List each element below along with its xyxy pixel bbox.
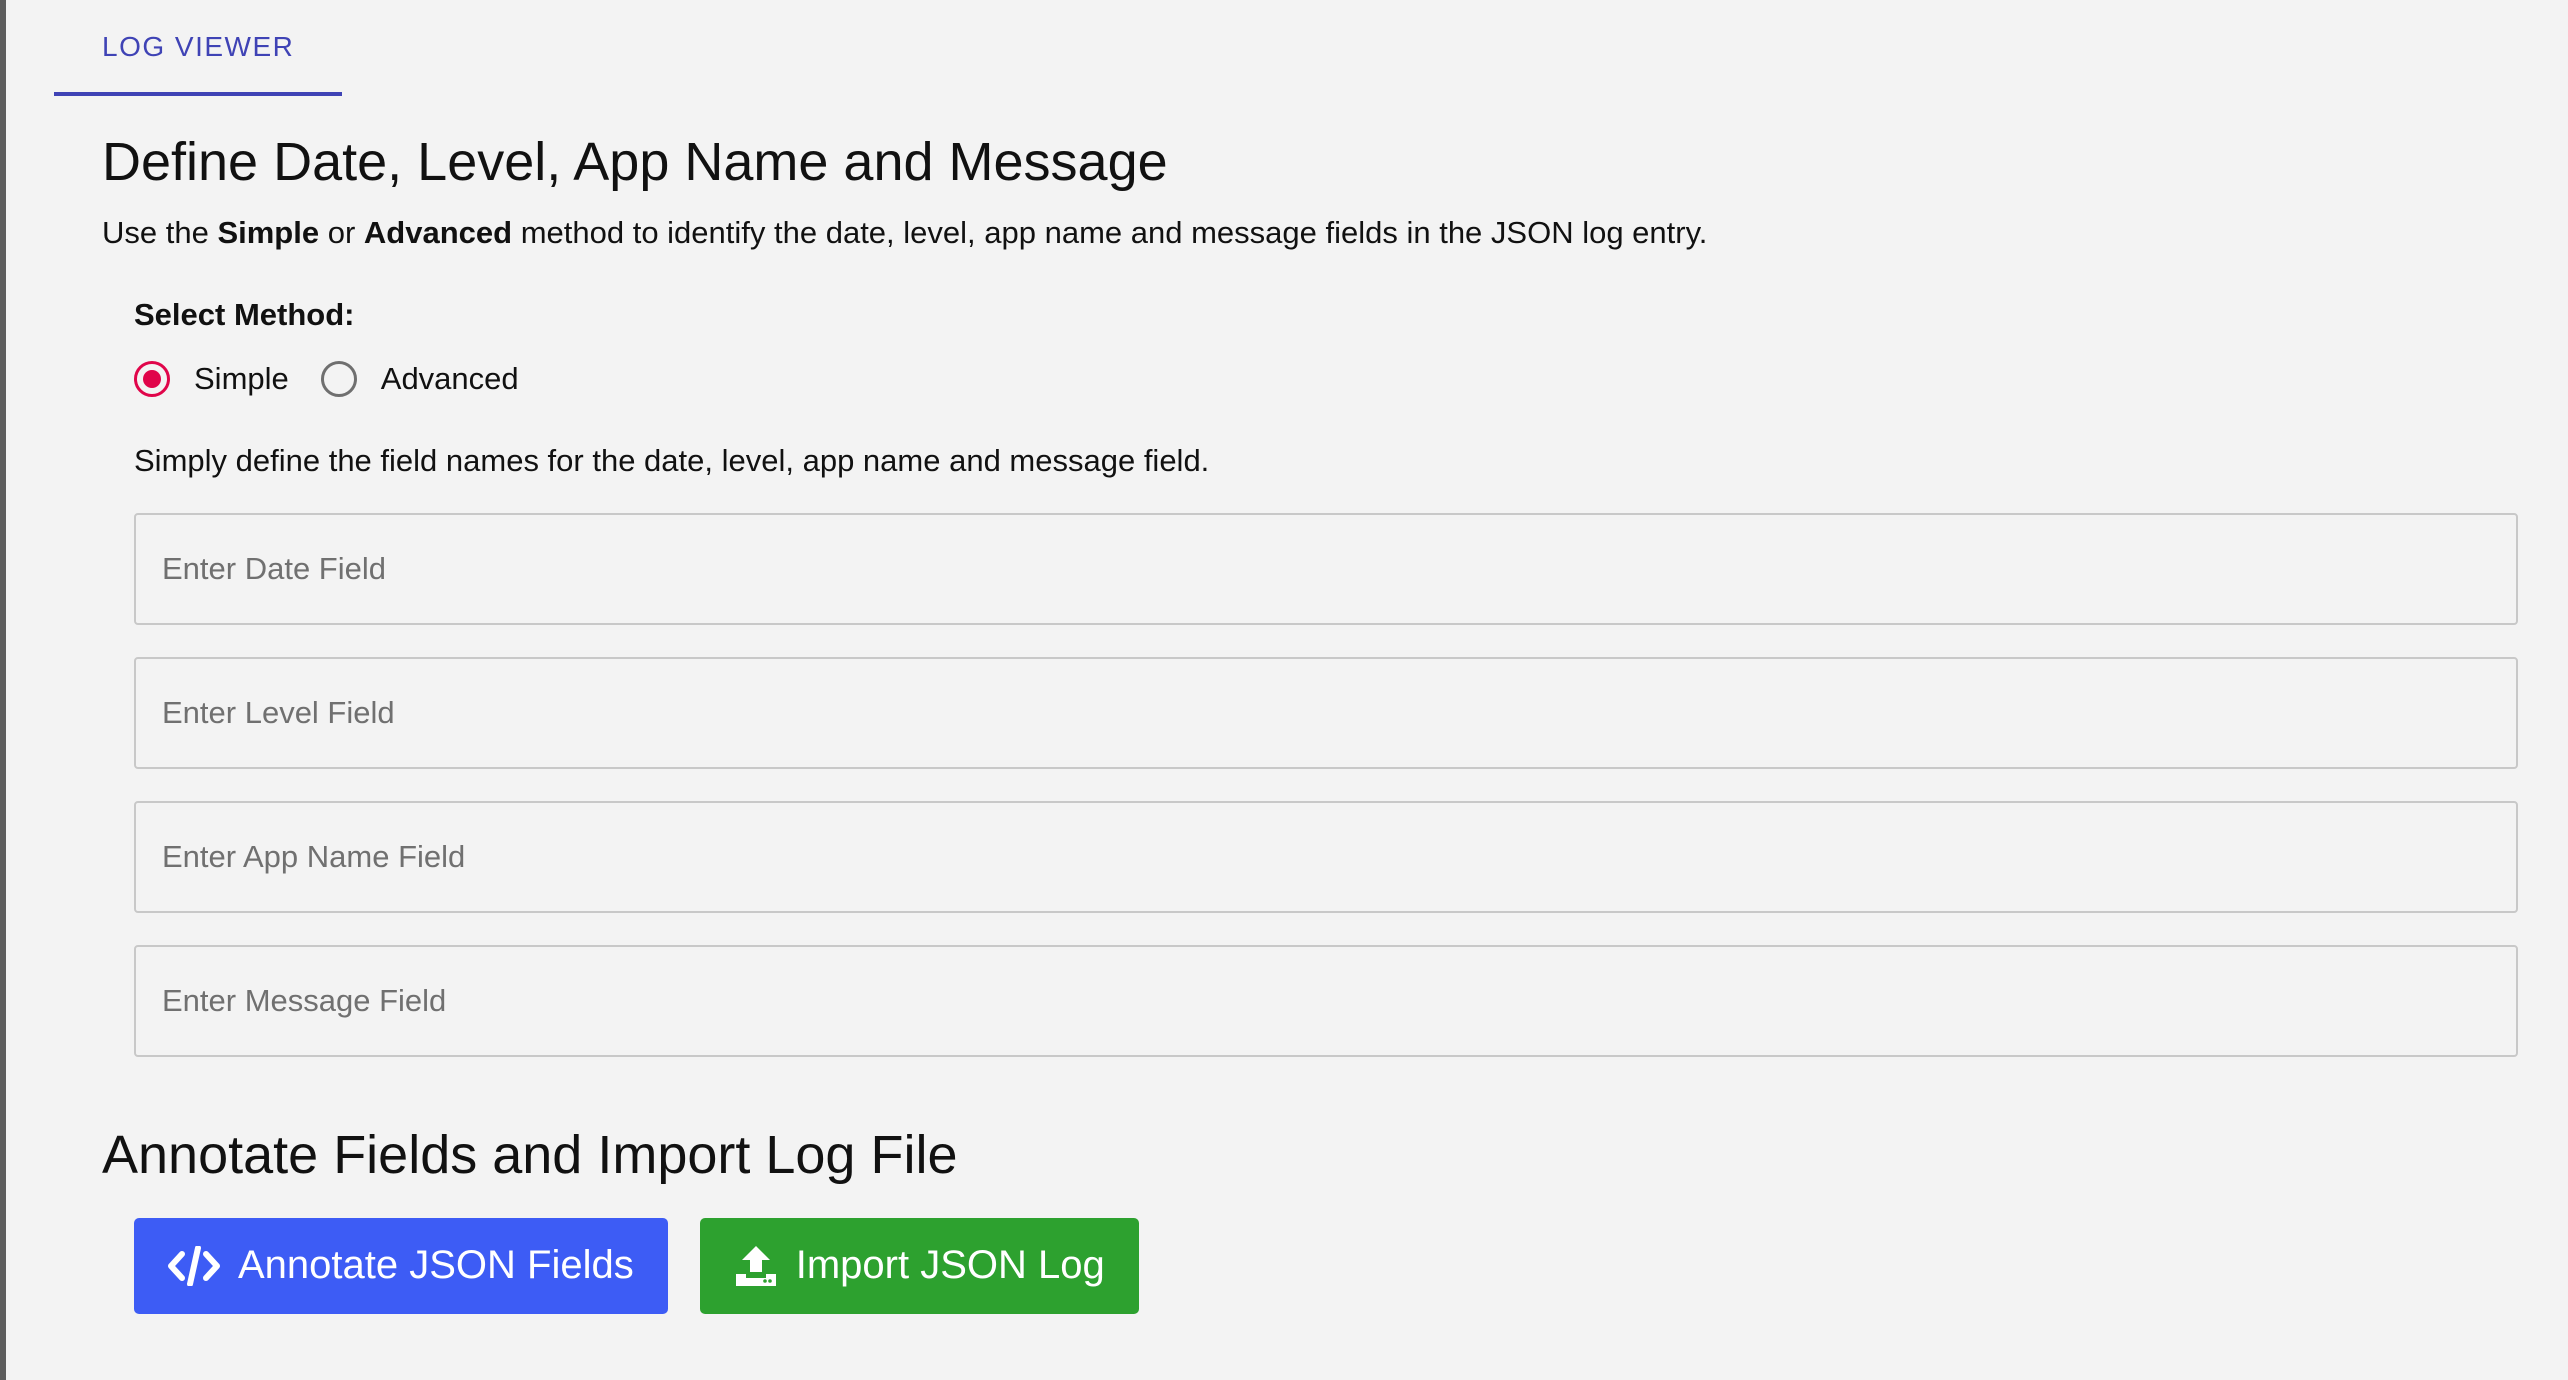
radio-simple[interactable] (134, 360, 170, 397)
annotate-json-fields-label: Annotate JSON Fields (238, 1243, 634, 1288)
message-field-input[interactable] (136, 946, 2516, 1055)
import-json-log-button[interactable]: Import JSON Log (699, 1217, 1139, 1314)
action-buttons: Annotate JSON Fields Import JSON Log (134, 1217, 2518, 1314)
main-content: Define Date, Level, App Name and Message… (102, 130, 2518, 1314)
upload-icon (734, 1244, 778, 1288)
select-method-label: Select Method: (134, 296, 355, 332)
code-icon (168, 1245, 220, 1286)
date-field-container (134, 512, 2518, 625)
method-section: Select Method: Simple Advanced Simply de… (134, 295, 2518, 1057)
helper-text: Simply define the field names for the da… (134, 442, 1210, 478)
tab-bar: LOG VIEWER (54, 0, 343, 96)
intro-suffix: method to identify the date, level, app … (512, 214, 1708, 250)
radio-option-simple[interactable]: Simple (134, 359, 289, 399)
annotate-section-title: Annotate Fields and Import Log File (102, 1124, 958, 1185)
import-json-log-label: Import JSON Log (795, 1243, 1105, 1288)
app-name-field-input[interactable] (136, 802, 2516, 911)
level-field-input[interactable] (136, 658, 2516, 767)
intro-prefix: Use the (102, 214, 218, 250)
app-name-field-container (134, 800, 2518, 913)
radio-simple-label: Simple (194, 360, 289, 396)
method-radio-group: Simple Advanced (134, 359, 2518, 399)
intro-text: Use the Simple or Advanced method to ide… (102, 213, 2518, 253)
annotate-json-fields-button[interactable]: Annotate JSON Fields (134, 1217, 668, 1314)
intro-advanced-bold: Advanced (363, 214, 513, 250)
tab-log-viewer[interactable]: LOG VIEWER (54, 0, 343, 96)
level-field-container (134, 656, 2518, 769)
page-title: Define Date, Level, App Name and Message (102, 132, 1168, 192)
intro-mid: or (319, 214, 364, 250)
radio-advanced[interactable] (320, 360, 357, 397)
radio-option-advanced[interactable]: Advanced (320, 359, 519, 399)
radio-advanced-label: Advanced (380, 360, 519, 396)
app-window: LOG VIEWER Define Date, Level, App Name … (0, 0, 2568, 1380)
message-field-container (134, 944, 2518, 1057)
intro-simple-bold: Simple (217, 214, 320, 250)
date-field-input[interactable] (136, 514, 2516, 623)
